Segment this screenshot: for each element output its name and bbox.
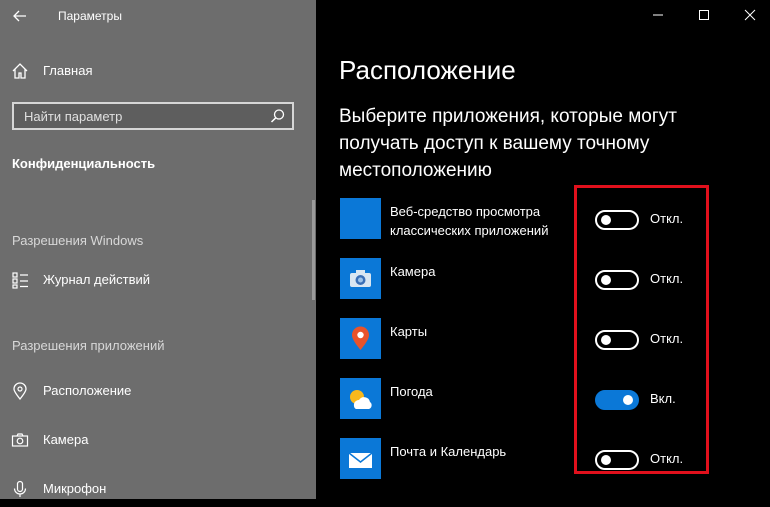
app-name: Почта и Календарь <box>390 444 507 459</box>
nav-activity-history-label: Журнал действий <box>43 272 151 287</box>
activity-history-icon <box>11 271 29 289</box>
sidebar-scrollbar[interactable] <box>312 200 315 300</box>
home-icon <box>11 62 29 80</box>
page-subtitle: Выберите приложения, которые могут получ… <box>339 106 677 181</box>
nav-camera[interactable]: Камера <box>0 422 316 458</box>
app-title: Параметры <box>58 9 122 23</box>
blank-app-icon <box>340 198 381 239</box>
highlight-box <box>574 185 709 474</box>
back-arrow-icon[interactable] <box>10 6 30 26</box>
camera-icon <box>11 431 29 449</box>
title-bar: Параметры <box>0 0 316 32</box>
group-app-permissions: Разрешения приложений <box>12 338 165 353</box>
camera-icon <box>340 258 381 299</box>
nav-location[interactable]: Расположение <box>0 373 316 409</box>
section-privacy: Конфиденциальность <box>12 156 156 171</box>
app-name: Камера <box>390 264 436 279</box>
microphone-icon <box>11 480 29 498</box>
weather-sun-icon <box>340 378 381 419</box>
app-name: Погода <box>390 384 433 399</box>
nav-activity-history[interactable]: Журнал действий <box>0 262 316 298</box>
close-icon[interactable] <box>740 6 760 24</box>
maps-pin-icon <box>340 318 381 359</box>
minimize-icon[interactable] <box>648 6 668 24</box>
main-content: Расположение Выберите приложения, которы… <box>316 0 770 499</box>
search-icon[interactable] <box>270 108 286 124</box>
nav-home-label: Главная <box>43 63 93 78</box>
nav-microphone-label: Микрофон <box>43 481 107 496</box>
location-icon <box>11 382 29 401</box>
sidebar: Параметры Главная Найти параметр Конфиде… <box>0 0 316 499</box>
search-input[interactable]: Найти параметр <box>12 102 294 130</box>
nav-camera-label: Камера <box>43 432 89 447</box>
nav-home[interactable]: Главная <box>0 53 316 89</box>
nav-microphone[interactable]: Микрофон <box>0 471 316 507</box>
page-title: Расположение <box>339 55 516 85</box>
nav-location-label: Расположение <box>43 383 132 398</box>
app-name: Карты <box>390 324 428 339</box>
maximize-icon[interactable] <box>694 6 714 24</box>
mail-envelope-icon <box>340 438 381 479</box>
group-windows-permissions: Разрешения Windows <box>12 233 144 248</box>
search-placeholder: Найти параметр <box>24 109 123 124</box>
app-name: Веб-средство просмотра классических прил… <box>390 204 549 238</box>
